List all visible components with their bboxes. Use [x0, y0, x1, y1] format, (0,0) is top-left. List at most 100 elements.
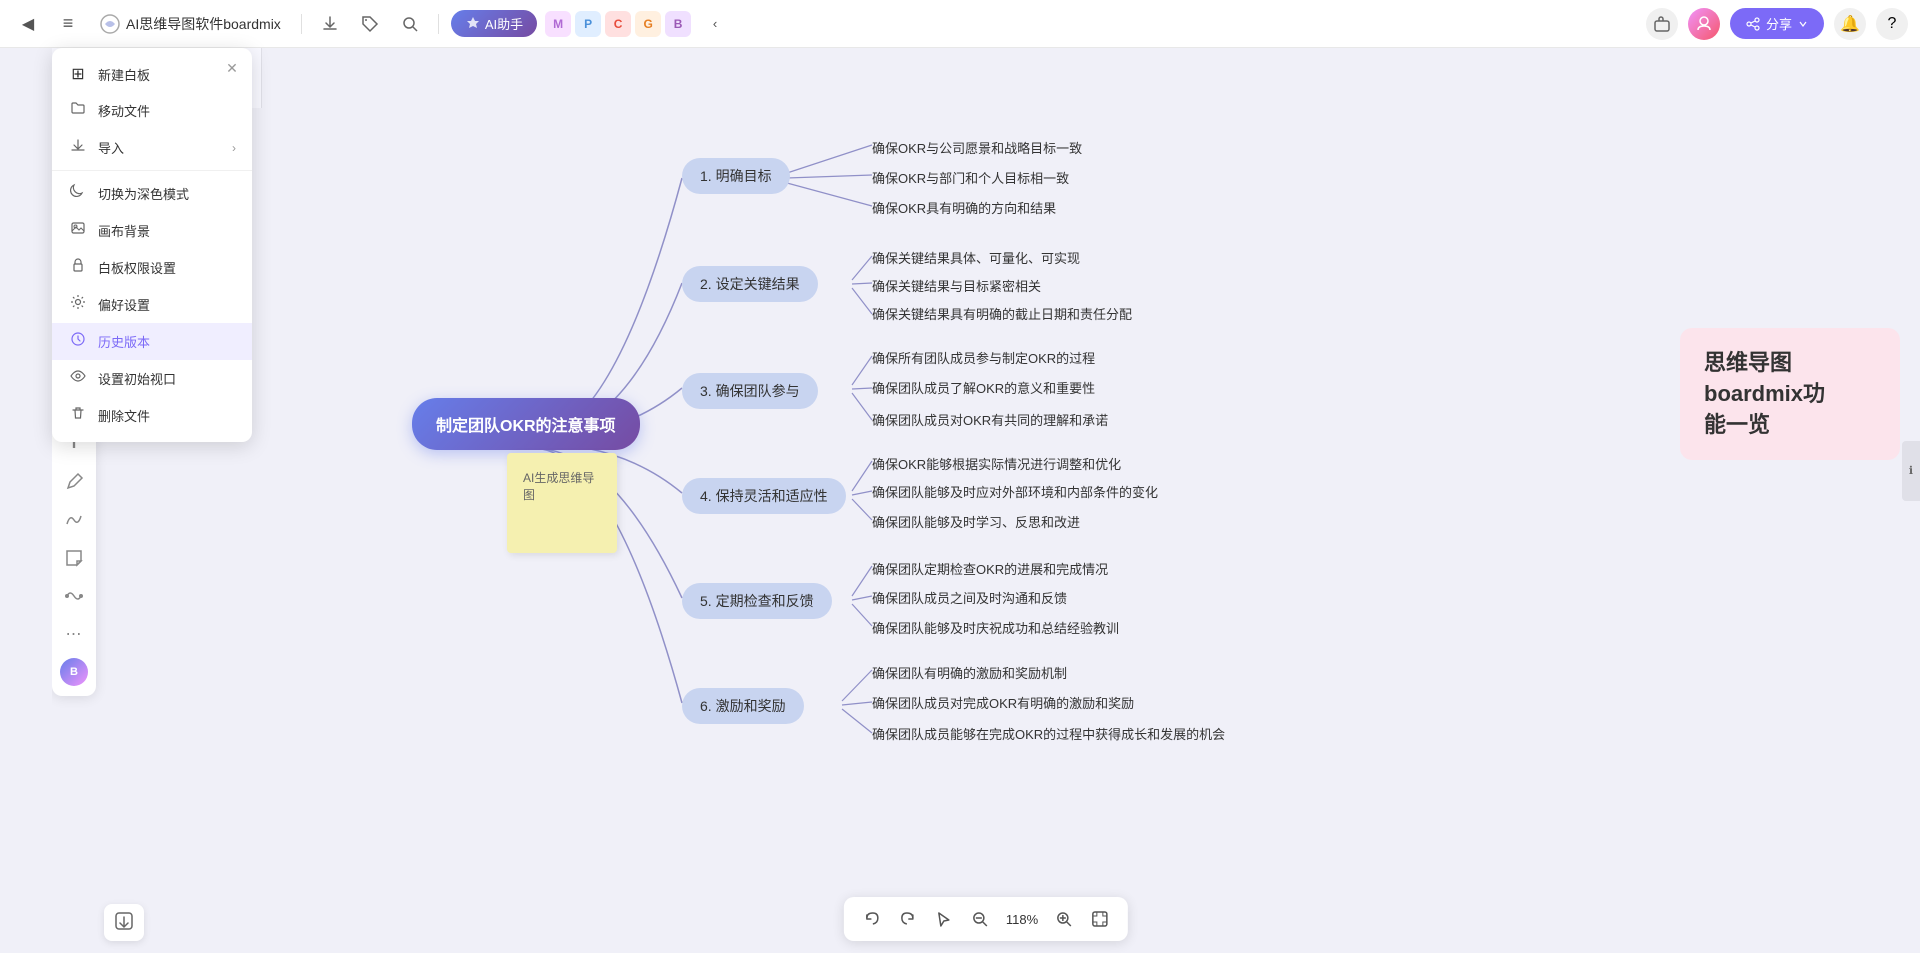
help-button[interactable]: ? [1876, 8, 1908, 40]
bottom-toolbar: 118% [844, 897, 1128, 941]
divider-2 [438, 14, 439, 34]
image-icon [70, 220, 86, 236]
plugin-icons: M P C G B [545, 11, 691, 37]
menu-preferences-label: 偏好设置 [98, 295, 150, 314]
menu-initial-view[interactable]: 设置初始视口 [52, 360, 252, 397]
menu-new-board-label: 新建白板 [98, 65, 150, 84]
branch-1[interactable]: 1. 明确目标 [682, 158, 790, 194]
menu-dark-mode[interactable]: 切换为深色模式 [52, 175, 252, 212]
branch-5[interactable]: 5. 定期检查和反馈 [682, 583, 832, 619]
info-card-title: 思维导图boardmix功能一览 [1704, 348, 1876, 440]
dropdown-menu: ✕ ⊞ 新建白板 移动文件 导入 › 切换为深色模式 画布背景 白板权限设置 [52, 48, 252, 442]
tool-pen[interactable] [56, 464, 92, 500]
import-arrow: › [232, 141, 236, 155]
initial-view-icon [68, 368, 88, 389]
tool-brand[interactable]: B [56, 654, 92, 690]
branch-4[interactable]: 4. 保持灵活和适应性 [682, 478, 846, 514]
undo-button[interactable] [856, 903, 888, 935]
branch-6[interactable]: 6. 激励和奖励 [682, 688, 804, 724]
download-button[interactable] [314, 8, 346, 40]
sticky-icon [64, 548, 84, 568]
connector-icon [64, 586, 84, 606]
topbar-left: ◀ ≡ AI思维导图软件boardmix AI助手 M P C G [12, 8, 731, 40]
menu-permissions-label: 白板权限设置 [98, 258, 176, 277]
plugin-5[interactable]: B [665, 11, 691, 37]
canvas-area: 制定团队OKR的注意事项 AI生成思维导 图 1. 明确目标 确保OKR与公司愿… [52, 48, 1920, 953]
leaf-6-1: 确保团队有明确的激励和奖励机制 [872, 663, 1067, 682]
tool-curve[interactable] [56, 502, 92, 538]
menu-button[interactable]: ≡ [52, 8, 84, 40]
folder-icon [70, 100, 86, 116]
zoom-out-icon [971, 910, 989, 928]
download-icon [321, 15, 339, 33]
branch-3[interactable]: 3. 确保团队参与 [682, 373, 818, 409]
export-icon [114, 911, 134, 931]
undo-icon [863, 910, 881, 928]
topbar-right: 分享 🔔 ? [1646, 8, 1908, 40]
zoom-out-button[interactable] [964, 903, 996, 935]
menu-history[interactable]: 历史版本 [52, 323, 252, 360]
permissions-icon [68, 257, 88, 278]
settings-icon [70, 294, 86, 310]
share-button[interactable]: 分享 [1730, 8, 1824, 39]
tool-more[interactable]: ⋯ [56, 616, 92, 652]
leaf-1-2: 确保OKR与部门和个人目标相一致 [872, 168, 1069, 187]
plugin-1[interactable]: M [545, 11, 571, 37]
menu-move-file-label: 移动文件 [98, 101, 150, 120]
plugin-2[interactable]: P [575, 11, 601, 37]
leaf-3-1: 确保所有团队成员参与制定OKR的过程 [872, 348, 1095, 367]
history-icon [68, 331, 88, 352]
branch-2[interactable]: 2. 设定关键结果 [682, 266, 818, 302]
center-node[interactable]: 制定团队OKR的注意事项 [412, 398, 640, 450]
menu-move-file[interactable]: 移动文件 [52, 92, 252, 129]
tag-icon [361, 15, 379, 33]
ai-assistant-button[interactable]: AI助手 [451, 10, 537, 37]
fit-icon [1091, 910, 1109, 928]
menu-canvas-bg[interactable]: 画布背景 [52, 212, 252, 249]
leaf-4-2: 确保团队能够及时应对外部环境和内部条件的变化 [872, 482, 1158, 501]
curve-icon [64, 510, 84, 530]
leaf-1-1: 确保OKR与公司愿景和战略目标一致 [872, 138, 1082, 157]
lock-icon [70, 257, 86, 273]
export-button[interactable] [104, 904, 144, 941]
tool-connector[interactable] [56, 578, 92, 614]
move-file-icon [68, 100, 88, 121]
redo-button[interactable] [892, 903, 924, 935]
ai-note: AI生成思维导 图 [507, 453, 617, 553]
dark-mode-icon [68, 183, 88, 204]
tool-sticky[interactable] [56, 540, 92, 576]
chevron-down-icon [1798, 19, 1808, 29]
redo-icon [899, 910, 917, 928]
back-button[interactable]: ◀ [12, 8, 44, 40]
plugin-4[interactable]: G [635, 11, 661, 37]
ai-icon [465, 16, 481, 32]
fit-screen-button[interactable] [1084, 903, 1116, 935]
leaf-2-3: 确保关键结果具有明确的截止日期和责任分配 [872, 304, 1132, 323]
leaf-6-2: 确保团队成员对完成OKR有明确的激励和奖励 [872, 693, 1134, 712]
menu-delete-file[interactable]: 删除文件 [52, 397, 252, 434]
zoom-in-button[interactable] [1048, 903, 1080, 935]
plugin-3[interactable]: C [605, 11, 631, 37]
cursor-button[interactable] [928, 903, 960, 935]
menu-preferences[interactable]: 偏好设置 [52, 286, 252, 323]
avatar-icon [1694, 14, 1714, 34]
menu-delete-file-label: 删除文件 [98, 406, 150, 425]
menu-new-board[interactable]: ⊞ 新建白板 [52, 56, 252, 92]
search-button[interactable] [394, 8, 426, 40]
menu-dark-mode-label: 切换为深色模式 [98, 184, 189, 203]
menu-permissions[interactable]: 白板权限设置 [52, 249, 252, 286]
user-avatar[interactable] [1688, 8, 1720, 40]
menu-import[interactable]: 导入 › [52, 129, 252, 166]
cursor-icon [935, 910, 953, 928]
info-side-button[interactable]: ℹ [1902, 441, 1920, 501]
collapse-button[interactable]: ‹ [699, 8, 731, 40]
menu-initial-view-label: 设置初始视口 [98, 369, 176, 388]
canvas-bg-icon [68, 220, 88, 241]
briefcase-icon[interactable] [1646, 8, 1678, 40]
leaf-3-2: 确保团队成员了解OKR的意义和重要性 [872, 378, 1095, 397]
menu-divider-1 [52, 170, 252, 171]
leaf-5-1: 确保团队定期检查OKR的进展和完成情况 [872, 559, 1108, 578]
tag-button[interactable] [354, 8, 386, 40]
leaf-3-3: 确保团队成员对OKR有共同的理解和承诺 [872, 410, 1108, 429]
bell-button[interactable]: 🔔 [1834, 8, 1866, 40]
